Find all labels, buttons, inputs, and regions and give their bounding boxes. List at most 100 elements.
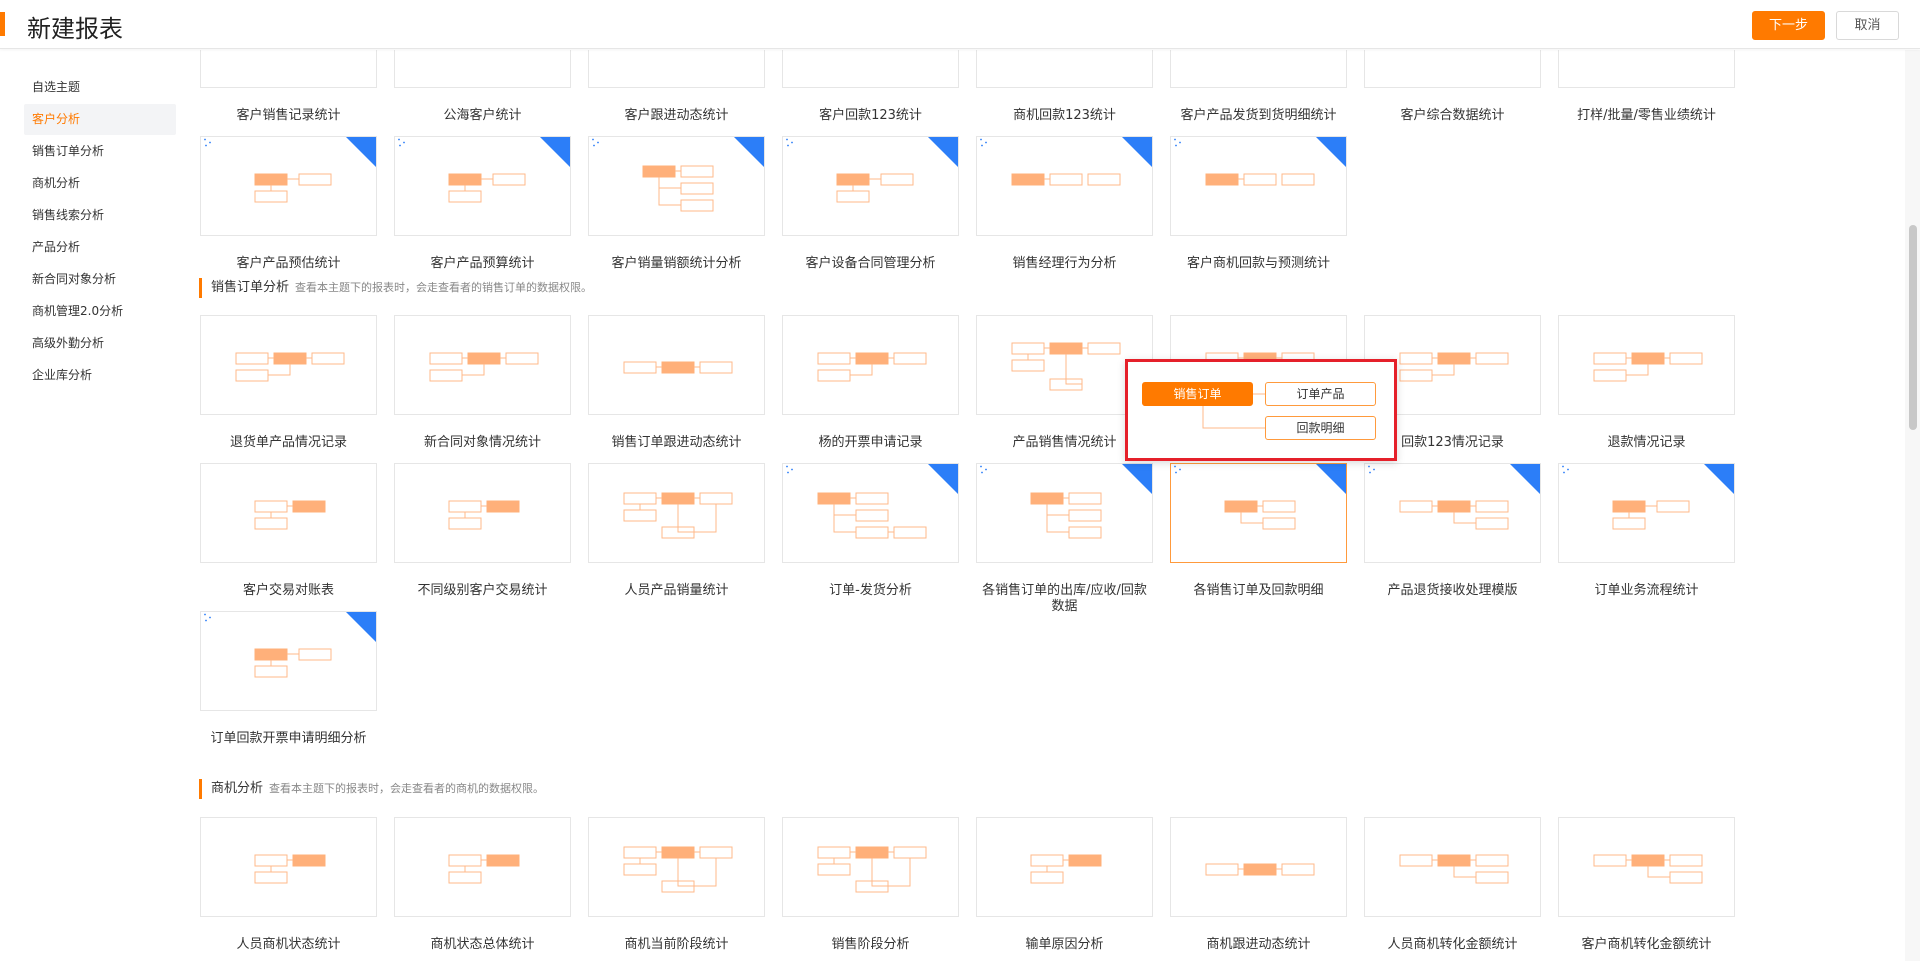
sidebar-item[interactable]: 企业库分析 xyxy=(24,360,176,391)
template-name: 客户产品预算统计 xyxy=(430,256,535,271)
report-template-card[interactable]: 客户综合数据统计 xyxy=(1364,50,1541,124)
sidebar-item[interactable]: 高级外勤分析 xyxy=(24,328,176,359)
report-template-card[interactable]: 客户跟进动态统计 xyxy=(588,50,765,124)
template-diagram xyxy=(254,500,326,530)
template-name: 客户回款123统计 xyxy=(819,108,922,123)
scrollbar-thumb[interactable] xyxy=(1909,225,1917,430)
template-name: 人员商机状态统计 xyxy=(236,937,341,952)
sidebar-item[interactable]: 销售订单分析 xyxy=(24,136,176,167)
report-template-card[interactable]: 客户回款123统计 xyxy=(782,50,959,124)
report-template-card[interactable]: 客户交易对账表 xyxy=(200,463,377,599)
sidebar-item[interactable]: 销售线索分析 xyxy=(24,200,176,231)
template-diagram xyxy=(1030,854,1102,884)
popup-node-child: 回款明细 xyxy=(1265,416,1376,440)
sliders-icon xyxy=(784,137,795,148)
report-template-card[interactable]: 销售订单跟进动态统计 xyxy=(588,315,765,451)
template-thumbnail xyxy=(200,611,377,711)
template-diagram xyxy=(623,846,733,893)
template-diagram xyxy=(448,500,520,530)
template-thumbnail xyxy=(782,817,959,917)
sidebar-item[interactable]: 商机分析 xyxy=(24,168,176,199)
report-template-card[interactable]: 客户销量销额统计分析 xyxy=(588,136,765,272)
report-template-list: 客户销售记录统计 公海客户统计 客户跟进动态统计 客户回款123统计 商机回款1… xyxy=(190,50,1905,961)
template-diagram xyxy=(201,50,377,88)
section-title: 商机分析 查看本主题下的报表时，会走查看者的商机的数据权限。 xyxy=(199,779,544,799)
report-template-card[interactable]: 退货单产品情况记录 xyxy=(200,315,377,451)
template-thumbnail xyxy=(200,136,377,236)
sliders-icon xyxy=(1366,464,1377,475)
report-template-card[interactable]: 客户产品发货到货明细统计 xyxy=(1170,50,1347,124)
header-accent-bar xyxy=(0,12,5,36)
report-template-card[interactable]: 商机回款123统计 xyxy=(976,50,1153,124)
custom-badge xyxy=(928,137,958,167)
report-template-card[interactable]: 销售阶段分析 xyxy=(782,817,959,953)
report-template-card[interactable]: 订单业务流程统计 xyxy=(1558,463,1735,599)
sliders-icon xyxy=(202,137,213,148)
report-template-card[interactable]: 退款情况记录 xyxy=(1558,315,1735,451)
report-template-card[interactable]: 订单回款开票申请明细分析 xyxy=(200,611,377,747)
template-diagram xyxy=(817,846,927,893)
template-diagram xyxy=(817,352,927,382)
custom-badge xyxy=(1122,464,1152,494)
custom-badge xyxy=(734,137,764,167)
custom-badge xyxy=(1510,464,1540,494)
report-template-card[interactable]: 人员商机转化金额统计 xyxy=(1364,817,1541,953)
template-diagram xyxy=(254,854,326,884)
report-template-card[interactable]: 新合同对象情况统计 xyxy=(394,315,571,451)
template-diagram xyxy=(1593,352,1703,382)
sliders-icon xyxy=(590,137,601,148)
template-name: 客户交易对账表 xyxy=(242,583,334,598)
report-template-card[interactable]: 客户产品预估统计 xyxy=(200,136,377,272)
report-template-card[interactable]: 打样/批量/零售业绩统计 xyxy=(1558,50,1735,124)
report-template-card[interactable]: 杨的开票申请记录 xyxy=(782,315,959,451)
vertical-scrollbar[interactable] xyxy=(1905,50,1920,961)
sliders-icon xyxy=(784,464,795,475)
report-template-card[interactable]: 商机当前阶段统计 xyxy=(588,817,765,953)
preview-popup: 销售订单 订单产品 回款明细 xyxy=(1125,359,1397,461)
template-thumbnail xyxy=(588,50,765,88)
sidebar-item[interactable]: 新合同对象分析 xyxy=(24,264,176,295)
sidebar-item[interactable]: 商机管理2.0分析 xyxy=(24,296,176,327)
report-template-card[interactable]: 输单原因分析 xyxy=(976,817,1153,953)
template-name: 客户商机回款与预测统计 xyxy=(1186,256,1330,271)
template-diagram xyxy=(977,50,1153,88)
report-template-card[interactable]: 客户商机转化金额统计 xyxy=(1558,817,1735,953)
report-template-card[interactable]: 客户设备合同管理分析 xyxy=(782,136,959,272)
report-template-card[interactable]: 各销售订单的出库/应收/回款数据 xyxy=(976,463,1153,615)
report-template-card[interactable]: 订单-发货分析 xyxy=(782,463,959,599)
report-template-card[interactable]: 公海客户统计 xyxy=(394,50,571,124)
report-template-card[interactable]: 产品退货接收处理模版 xyxy=(1364,463,1541,599)
report-template-card[interactable]: 人员产品销量统计 xyxy=(588,463,765,599)
sliders-icon xyxy=(1172,137,1183,148)
cancel-button[interactable]: 取消 xyxy=(1836,11,1899,40)
section-name: 商机分析 xyxy=(211,781,264,796)
page-header: 新建报表 下一步 取消 xyxy=(0,0,1920,49)
report-template-card[interactable]: 销售经理行为分析 xyxy=(976,136,1153,272)
sidebar-item[interactable]: 产品分析 xyxy=(24,232,176,263)
template-thumbnail xyxy=(1558,50,1735,88)
sidebar-item[interactable]: 客户分析 xyxy=(24,104,176,135)
report-template-card[interactable]: 客户销售记录统计 xyxy=(200,50,377,124)
sliders-icon xyxy=(1560,464,1571,475)
sidebar-item[interactable]: 自选主题 xyxy=(24,72,176,103)
report-template-card[interactable]: 人员商机状态统计 xyxy=(200,817,377,953)
report-template-card[interactable]: 商机状态总体统计 xyxy=(394,817,571,953)
sliders-icon xyxy=(978,464,989,475)
template-thumbnail xyxy=(782,463,959,563)
report-template-card[interactable]: 客户商机回款与预测统计 xyxy=(1170,136,1347,272)
template-thumbnail xyxy=(1558,817,1735,917)
report-template-card[interactable]: 商机跟进动态统计 xyxy=(1170,817,1347,953)
custom-badge xyxy=(1122,137,1152,167)
report-template-card[interactable]: 各销售订单及回款明细 xyxy=(1170,463,1347,599)
next-step-button[interactable]: 下一步 xyxy=(1752,11,1825,40)
page-title: 新建报表 xyxy=(27,15,123,43)
report-template-card[interactable]: 客户产品预算统计 xyxy=(394,136,571,272)
report-template-card[interactable]: 不同级别客户交易统计 xyxy=(394,463,571,599)
template-name: 客户销售记录统计 xyxy=(236,108,341,123)
template-name: 销售经理行为分析 xyxy=(1012,256,1117,271)
template-name: 产品退货接收处理模版 xyxy=(1387,583,1518,598)
template-name: 客户销量销额统计分析 xyxy=(611,256,742,271)
template-name: 不同级别客户交易统计 xyxy=(417,583,548,598)
template-name: 各销售订单的出库/应收/回款数据 xyxy=(982,583,1147,614)
template-name: 人员商机转化金额统计 xyxy=(1387,937,1518,952)
